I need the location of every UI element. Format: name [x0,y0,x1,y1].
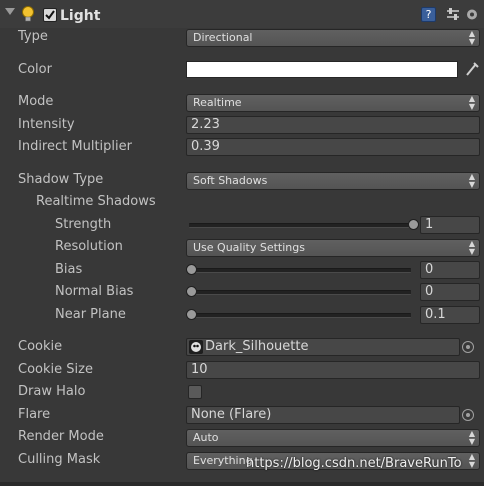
gear-icon[interactable] [465,7,479,22]
cookie-value: Dark_Silhouette [205,339,309,354]
dropdown-arrows-icon: ▲ ▼ [468,172,475,189]
bias-label: Bias [55,262,83,277]
resolution-dropdown-value: Use Quality Settings [193,241,305,254]
cookie-label: Cookie [18,339,63,354]
color-swatch[interactable] [186,61,458,78]
shadow-type-dropdown-value: Soft Shadows [193,174,268,187]
shadow-type-label: Shadow Type [18,172,104,187]
normal-bias-field[interactable]: 0 [420,283,480,301]
mode-label: Mode [18,94,54,109]
slider-track [189,290,411,295]
color-label: Color [18,62,52,77]
strength-label: Strength [55,217,112,232]
dropdown-arrows-icon: ▲ ▼ [468,239,475,256]
cookie-size-label: Cookie Size [18,362,93,377]
normal-bias-label: Normal Bias [55,284,134,299]
slider-thumb[interactable] [186,264,197,275]
mode-dropdown-value: Realtime [193,96,242,109]
resolution-dropdown[interactable]: Use Quality Settings ▲ ▼ [186,239,480,257]
render-mode-label: Render Mode [18,429,104,444]
component-header: Light ? [0,0,484,28]
slider-track [189,223,411,228]
preset-icon[interactable] [446,7,460,22]
near-plane-label: Near Plane [55,307,126,322]
object-picker-icon[interactable] [462,409,474,421]
slider-track [189,313,411,318]
type-label: Type [18,29,48,44]
slider-thumb[interactable] [408,219,419,230]
bottom-divider [0,482,484,486]
intensity-label: Intensity [18,117,75,132]
strength-slider[interactable] [186,218,419,232]
slider-thumb[interactable] [186,286,197,297]
object-picker-icon[interactable] [462,341,474,353]
lightbulb-icon [20,5,36,23]
foldout-arrow-icon[interactable] [5,8,15,15]
indirect-multiplier-label: Indirect Multiplier [18,139,132,154]
eyedropper-icon[interactable] [465,61,479,77]
flare-field[interactable]: None (Flare) [186,406,460,424]
normal-bias-slider[interactable] [186,285,414,299]
near-plane-slider[interactable] [186,308,414,322]
texture-icon [189,340,203,354]
indirect-multiplier-field[interactable]: 0.39 [186,138,480,156]
dropdown-arrows-icon: ▲ ▼ [468,452,475,469]
slider-track [189,268,411,273]
slider-thumb[interactable] [186,309,197,320]
dropdown-arrows-icon: ▲ ▼ [468,429,475,446]
culling-mask-label: Culling Mask [18,452,101,467]
shadow-type-dropdown[interactable]: Soft Shadows ▲ ▼ [186,172,480,190]
strength-field[interactable]: 1 [420,216,480,234]
resolution-label: Resolution [55,239,123,254]
realtime-shadows-label: Realtime Shadows [36,194,156,209]
cookie-size-field[interactable]: 10 [186,361,480,379]
culling-mask-dropdown-value: Everything [193,454,253,467]
watermark-text: https://blog.csdn.net/BraveRunTo [246,456,462,471]
bias-field[interactable]: 0 [420,261,480,279]
near-plane-field[interactable]: 0.1 [420,306,480,324]
dropdown-arrows-icon: ▲ ▼ [468,94,475,111]
draw-halo-label: Draw Halo [18,384,86,399]
help-icon[interactable]: ? [421,7,436,22]
dropdown-arrows-icon: ▲ ▼ [468,29,475,46]
render-mode-dropdown[interactable]: Auto ▲ ▼ [186,429,480,447]
flare-label: Flare [18,407,51,422]
enabled-checkbox[interactable] [43,8,57,22]
type-dropdown[interactable]: Directional ▲ ▼ [186,29,480,47]
draw-halo-checkbox[interactable] [188,385,202,399]
type-dropdown-value: Directional [193,31,253,44]
cookie-field[interactable]: Dark_Silhouette [186,338,460,356]
mode-dropdown[interactable]: Realtime ▲ ▼ [186,94,480,112]
intensity-field[interactable]: 2.23 [186,116,480,134]
render-mode-dropdown-value: Auto [193,431,219,444]
component-title: Light [60,8,101,24]
bias-slider[interactable] [186,263,414,277]
